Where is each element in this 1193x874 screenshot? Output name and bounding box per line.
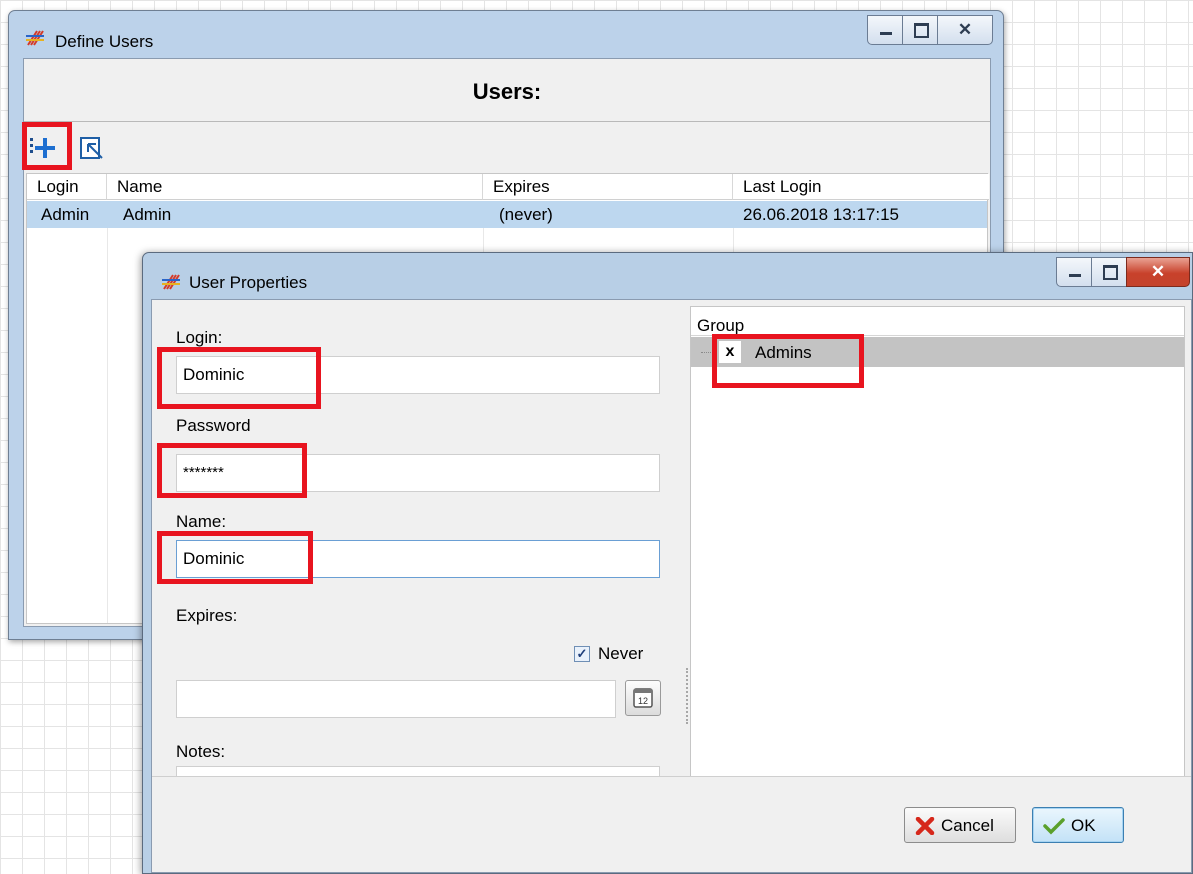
maximize-button[interactable] <box>1091 257 1127 287</box>
login-field[interactable]: Dominic <box>176 356 660 394</box>
group-header-label: Group <box>697 316 745 335</box>
define-users-titlebar[interactable]: Define Users ✕ <box>9 11 1003 57</box>
maximize-icon <box>1103 265 1118 280</box>
minimize-icon <box>880 32 892 35</box>
user-properties-titlebar[interactable]: User Properties ✕ <box>143 253 1192 299</box>
login-label: Login: <box>176 328 223 347</box>
expires-date-field[interactable] <box>176 680 616 718</box>
tree-connector <box>701 352 713 353</box>
minimize-button[interactable] <box>867 15 903 45</box>
group-column-header[interactable]: Group <box>691 307 1184 336</box>
group-admins-checkbox[interactable]: x <box>719 341 741 363</box>
user-properties-client: Login: Dominic Password ******* Name: Do… <box>151 299 1192 873</box>
name-field[interactable]: Dominic <box>176 540 660 578</box>
edit-user-icon[interactable] <box>76 132 108 164</box>
close-button[interactable]: ✕ <box>1126 257 1190 287</box>
notes-label: Notes: <box>176 742 226 761</box>
group-row[interactable]: x Admins <box>691 337 1184 367</box>
window-title: Define Users <box>55 32 154 51</box>
close-icon: ✕ <box>957 20 973 39</box>
users-heading: Users: <box>472 79 542 104</box>
never-label: Never <box>598 644 644 663</box>
column-header-login[interactable]: Login <box>27 174 107 200</box>
user-fields-pane: Login: Dominic Password ******* Name: Do… <box>152 300 682 822</box>
cancel-button[interactable]: Cancel <box>904 807 1016 843</box>
maximize-button[interactable] <box>902 15 938 45</box>
column-divider <box>107 228 108 623</box>
expires-label: Expires: <box>176 606 238 625</box>
calendar-icon: 12 <box>633 688 653 708</box>
users-header: Users: <box>24 59 990 122</box>
maximize-icon <box>914 23 929 38</box>
checkmark-icon <box>1043 818 1065 835</box>
column-header-last-login[interactable]: Last Login <box>733 174 989 200</box>
group-admins-label: Admins <box>755 343 812 362</box>
svg-text:12: 12 <box>638 696 648 706</box>
minimize-icon <box>1069 274 1081 277</box>
users-toolbar <box>24 122 990 172</box>
row-last-login: 26.06.2018 13:17:15 <box>743 205 899 224</box>
user-properties-window: User Properties ✕ Login: Dominic Passwor… <box>142 252 1193 874</box>
password-field[interactable]: ******* <box>176 454 660 492</box>
close-icon: ✕ <box>1150 262 1166 281</box>
groups-pane: Group x Admins <box>690 306 1185 778</box>
ok-label: OK <box>1071 816 1096 835</box>
dialog-button-bar: Cancel OK <box>152 776 1191 872</box>
minimize-button[interactable] <box>1056 257 1092 287</box>
app-logo-icon <box>162 274 180 290</box>
column-header-name[interactable]: Name <box>107 174 483 200</box>
add-user-icon[interactable] <box>28 132 60 164</box>
row-expires: (never) <box>499 205 553 224</box>
ok-button[interactable]: OK <box>1032 807 1124 843</box>
calendar-button[interactable]: 12 <box>625 680 661 716</box>
cancel-label: Cancel <box>941 816 994 835</box>
row-login: Admin <box>41 205 90 224</box>
window-title: User Properties <box>189 273 308 292</box>
row-name: Admin <box>123 205 172 224</box>
column-header-expires[interactable]: Expires <box>483 174 733 200</box>
close-button[interactable]: ✕ <box>937 15 993 45</box>
app-logo-icon <box>26 30 44 46</box>
never-checkbox[interactable]: ✓ <box>574 646 590 662</box>
cancel-x-icon <box>915 817 935 835</box>
name-label: Name: <box>176 512 227 531</box>
password-label: Password <box>176 416 251 435</box>
